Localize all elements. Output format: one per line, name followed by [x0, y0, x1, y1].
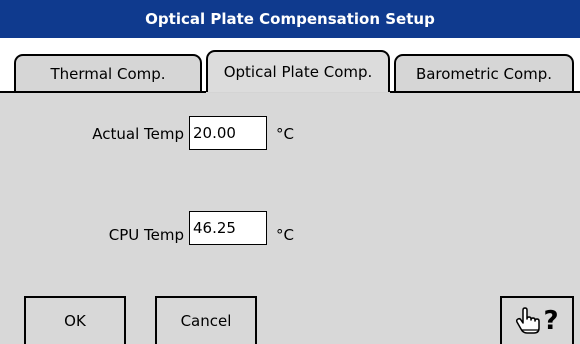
- cpu-temp-value: 46.25: [193, 219, 236, 237]
- cpu-temp-label: CPU Temp: [108, 226, 184, 244]
- tab-label: Optical Plate Comp.: [223, 63, 373, 81]
- cancel-label: Cancel: [180, 312, 232, 330]
- ok-label: OK: [64, 312, 86, 330]
- tab-barometric-comp[interactable]: Barometric Comp.: [394, 54, 574, 92]
- window-title: Optical Plate Compensation Setup: [0, 0, 580, 38]
- cpu-temp-input[interactable]: 46.25: [189, 211, 267, 245]
- cancel-button[interactable]: Cancel: [155, 296, 257, 344]
- tab-strip: Thermal Comp. Optical Plate Comp. Barome…: [0, 38, 580, 92]
- actual-temp-label: Actual Temp: [92, 125, 184, 143]
- ok-button[interactable]: OK: [24, 296, 126, 344]
- help-button[interactable]: ?: [500, 296, 574, 344]
- tab-label: Barometric Comp.: [415, 65, 553, 83]
- actual-temp-value: 20.00: [193, 124, 236, 142]
- tab-label: Thermal Comp.: [50, 65, 166, 83]
- cpu-temp-unit: °C: [276, 226, 294, 244]
- actual-temp-input[interactable]: 20.00: [189, 116, 267, 150]
- tab-optical-plate-comp[interactable]: Optical Plate Comp.: [206, 50, 390, 92]
- hand-pointer-icon: [516, 307, 541, 334]
- tab-thermal-comp[interactable]: Thermal Comp.: [14, 54, 202, 92]
- actual-temp-unit: °C: [276, 125, 294, 143]
- question-mark-icon: ?: [543, 306, 559, 336]
- setup-window: Optical Plate Compensation Setup Thermal…: [0, 0, 580, 344]
